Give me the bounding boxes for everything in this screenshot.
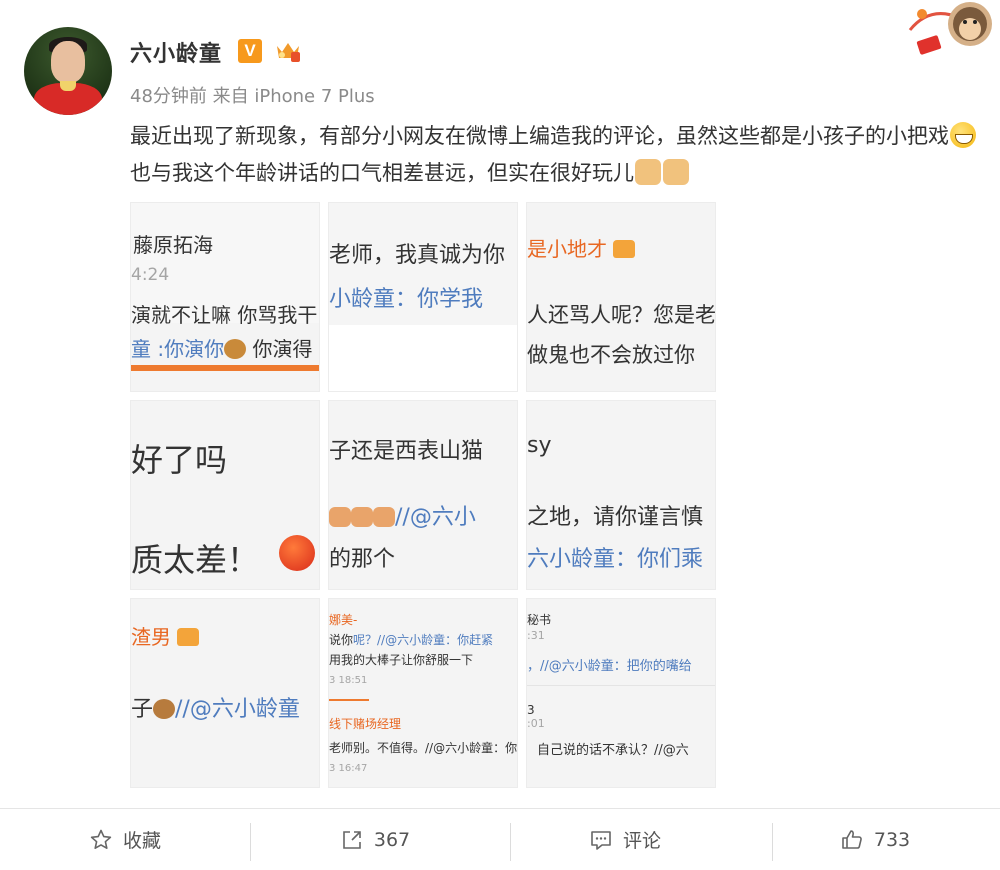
cell3-text1: 人还骂人呢？您是老 bbox=[527, 303, 716, 327]
handshake-icon bbox=[663, 159, 689, 185]
image-thumbnail-9[interactable]: 秘书 :31 ，//@六小龄童：把你的嘴给 3 :01 自己说的话不承认？//@… bbox=[526, 598, 716, 788]
cell8-text1: 说你呢？//@六小龄童：你赶紧 bbox=[329, 631, 493, 648]
angry-face-icon bbox=[279, 535, 315, 571]
post-meta: 48分钟前 来自 iPhone 7 Plus bbox=[130, 86, 375, 107]
cell6-mention: 六小龄童：你们乘 bbox=[527, 547, 704, 572]
pray-emoji-icon bbox=[329, 507, 351, 527]
horse-emoji-icon bbox=[224, 339, 247, 359]
username[interactable]: 六小龄童 bbox=[130, 36, 222, 68]
cell1-reply-b: 你演得 bbox=[252, 337, 313, 361]
image-thumbnail-1[interactable]: 藤原拓海 4:24 演就不让嘛 你骂我干 童 :你演你 你演得 bbox=[130, 202, 320, 392]
cell8-text1-a: 说你 bbox=[329, 633, 354, 647]
action-toolbar: 收藏 367 评论 733 bbox=[0, 809, 1000, 870]
member-crown-icon bbox=[277, 43, 300, 62]
crown-icon bbox=[177, 628, 200, 646]
cell6-text3: 六小龄童：你们乘 bbox=[527, 541, 703, 573]
favorite-button[interactable]: 收藏 bbox=[0, 809, 250, 870]
cell7-name: 渣男 bbox=[131, 621, 200, 650]
crown-icon bbox=[613, 240, 636, 258]
cell5-text1: 子还是西表山猫 bbox=[329, 439, 484, 464]
cell7-text: 子 //@六小龄童 bbox=[131, 691, 300, 723]
cell7-name-text: 渣男 bbox=[131, 625, 171, 649]
cell8-name1: 娜美- bbox=[329, 613, 358, 627]
cell1-orange-bar bbox=[131, 365, 319, 371]
image-grid: 藤原拓海 4:24 演就不让嘛 你骂我干 童 :你演你 你演得 老师，我真诚为你… bbox=[130, 202, 718, 792]
avatar-face bbox=[51, 41, 85, 83]
comment-icon bbox=[591, 830, 611, 850]
image-thumbnail-2[interactable]: 老师，我真诚为你 小龄童：你学我 bbox=[328, 202, 518, 392]
cell9-text1: ，//@六小龄童：把你的嘴给 bbox=[527, 659, 692, 674]
image-thumbnail-6[interactable]: sy 之地，请你谨言慎 六小龄童：你们乘 bbox=[526, 400, 716, 590]
cell5-text3: 的那个 bbox=[329, 547, 396, 572]
like-button[interactable]: 733 bbox=[750, 809, 1000, 870]
favorite-label: 收藏 bbox=[122, 830, 161, 852]
cell6-text2: 之地，请你谨言慎 bbox=[527, 505, 704, 530]
cell9-text2: 自己说的话不承认？//@六 bbox=[537, 743, 689, 758]
pray-emoji-icon bbox=[373, 507, 395, 527]
monkey-emoji-icon bbox=[153, 699, 176, 719]
cell1-reply: 童 :你演你 你演得 bbox=[131, 333, 312, 362]
star-icon bbox=[90, 829, 112, 849]
cell2-reply: 小龄童：你学我 bbox=[329, 287, 484, 312]
cell8-text1-b: 呢？//@六小龄童：你赶紧 bbox=[353, 633, 494, 647]
image-thumbnail-4[interactable]: 好了吗 质太差！ bbox=[130, 400, 320, 590]
image-thumbnail-3[interactable]: 是小地才 人还骂人呢？您是老 做鬼也不会放过你 bbox=[526, 202, 716, 392]
cell9-name2: 3 bbox=[527, 703, 535, 717]
cell6-text1: sy bbox=[527, 433, 552, 458]
post-text: 最近出现了新现象，有部分小网友在微博上编造我的评论，虽然这些都是小孩子的小把戏也… bbox=[130, 118, 990, 192]
cell4-text2: 质太差！ bbox=[131, 541, 260, 579]
cell9-name: 秘书 bbox=[527, 613, 552, 627]
like-count: 733 bbox=[873, 828, 911, 851]
pray-emoji-icon bbox=[351, 507, 373, 527]
cell5-text2: //@六小 bbox=[329, 499, 476, 531]
comment-button[interactable]: 评论 bbox=[500, 809, 750, 870]
cell8-text2: 用我的大棒子让你舒服一下 bbox=[329, 653, 474, 667]
monkey-decoration-icon bbox=[908, 2, 992, 55]
cell8-time1: 3 18:51 bbox=[329, 675, 368, 686]
avatar-collar bbox=[60, 81, 76, 91]
cell7-mention: //@六小龄童 bbox=[175, 697, 300, 722]
cell3-text2: 做鬼也不会放过你 bbox=[527, 343, 695, 367]
cell3-name: 是小地才 bbox=[527, 233, 636, 262]
post-text-part1: 最近出现了新现象，有部分小网友在微博上编造我的评论，虽然这些都是小孩子的小把戏 bbox=[130, 124, 949, 148]
avatar[interactable] bbox=[24, 27, 112, 115]
comment-label: 评论 bbox=[622, 830, 661, 852]
cell1-text: 演就不让嘛 你骂我干 bbox=[131, 303, 318, 327]
cell1-time: 4:24 bbox=[131, 265, 170, 285]
share-icon bbox=[343, 830, 361, 849]
grin-icon bbox=[950, 122, 976, 148]
verified-badge-icon: V bbox=[238, 39, 262, 63]
cell8-name2: 线下赌场经理 bbox=[329, 717, 402, 731]
thumbs-up-icon bbox=[635, 159, 661, 185]
cell5-mention: //@六小 bbox=[395, 505, 476, 530]
cell4-text1: 好了吗 bbox=[131, 441, 228, 479]
cell8-text3: 老师别。不值得。//@六小龄童：你 bbox=[329, 741, 518, 755]
image-thumbnail-5[interactable]: 子还是西表山猫 //@六小 的那个 bbox=[328, 400, 518, 590]
cell7-text-a: 子 bbox=[131, 697, 154, 722]
cell3-name-text: 是小地才 bbox=[527, 237, 607, 261]
repost-button[interactable]: 367 bbox=[250, 809, 500, 870]
cell9-time2: :01 bbox=[527, 717, 545, 730]
cell9-time1: :31 bbox=[527, 629, 545, 642]
cell1-name: 藤原拓海 bbox=[133, 233, 213, 257]
thumbs-up-outline-icon bbox=[842, 829, 862, 849]
post-text-part2: 也与我这个年龄讲话的口气相差甚远，但实在很好玩儿 bbox=[130, 161, 634, 185]
image-thumbnail-8[interactable]: 娜美- 说你呢？//@六小龄童：你赶紧 用我的大棒子让你舒服一下 3 18:51… bbox=[328, 598, 518, 788]
image-thumbnail-7[interactable]: 渣男 子 //@六小龄童 bbox=[130, 598, 320, 788]
cell8-time2: 3 16:47 bbox=[329, 763, 368, 774]
cell2-text: 老师，我真诚为你 bbox=[329, 243, 506, 268]
cell1-reply-a: 童 :你演你 bbox=[131, 337, 225, 361]
repost-count: 367 bbox=[373, 828, 411, 851]
